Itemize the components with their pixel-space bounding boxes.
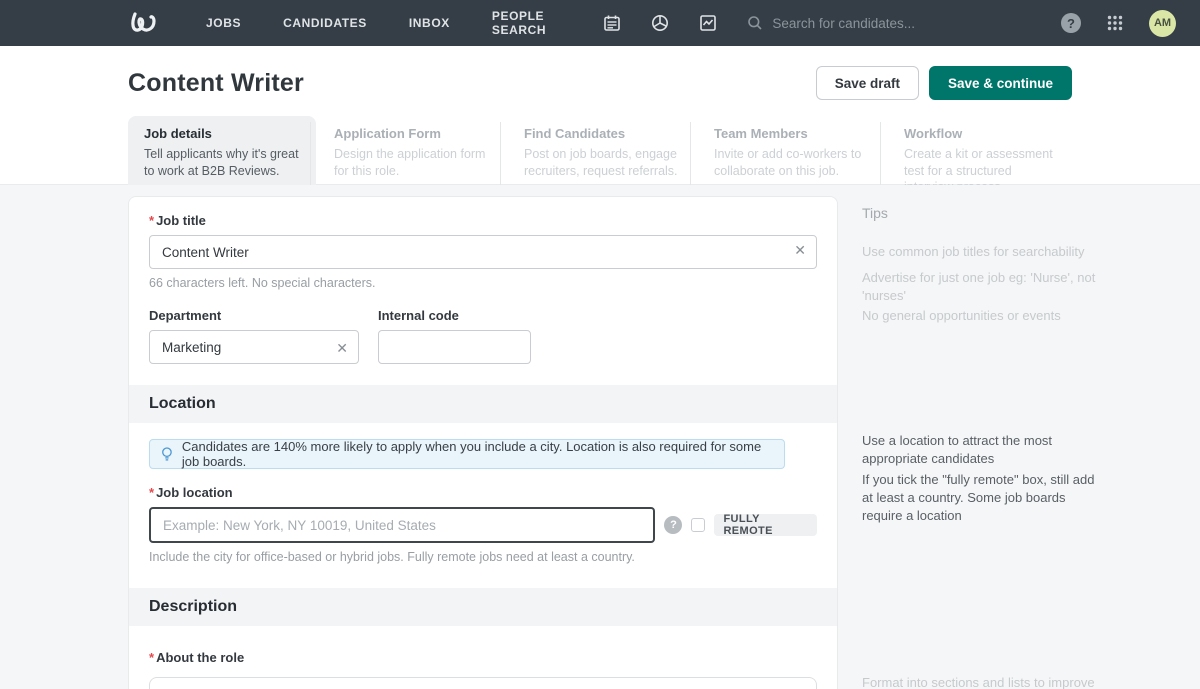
nav-candidates[interactable]: CANDIDATES	[283, 16, 367, 30]
avatar[interactable]: AM	[1149, 10, 1176, 37]
top-navbar: JOBS CANDIDATES INBOX PEOPLE SEARCH Sear…	[0, 0, 1200, 46]
navbar-left: JOBS CANDIDATES INBOX PEOPLE SEARCH	[128, 9, 747, 37]
description-section-header: Description	[129, 588, 837, 626]
reports-pie-icon[interactable]	[651, 14, 669, 32]
page-header: Content Writer Save draft Save & continu…	[0, 46, 1200, 185]
banner-text: Candidates are 140% more likely to apply…	[182, 439, 773, 469]
search-placeholder: Search for candidates...	[772, 16, 915, 31]
save-draft-button[interactable]: Save draft	[816, 66, 919, 100]
required-marker: *	[149, 650, 154, 665]
required-marker: *	[149, 213, 154, 228]
location-section-header: Location	[129, 385, 837, 423]
step-title: Find Candidates	[524, 126, 682, 141]
main-content: *Job title ✕ 66 characters left. No spec…	[0, 185, 1200, 689]
step-title: Application Form	[334, 126, 492, 141]
job-location-input[interactable]	[149, 507, 655, 543]
search-icon	[747, 15, 763, 31]
page-title: Content Writer	[128, 69, 304, 98]
fully-remote-label[interactable]: FULLY REMOTE	[714, 514, 817, 536]
nav-inbox[interactable]: INBOX	[409, 16, 450, 30]
location-tip-banner: Candidates are 140% more likely to apply…	[149, 439, 785, 469]
clear-job-title-icon[interactable]: ✕	[794, 243, 806, 257]
candidate-search-input[interactable]: Search for candidates...	[747, 15, 915, 31]
step-desc: Design the application form for this rol…	[334, 146, 492, 179]
step-desc: Post on job boards, engage recruiters, r…	[524, 146, 682, 179]
location-help-icon[interactable]: ?	[664, 516, 682, 534]
tips-heading: Tips	[862, 204, 1100, 223]
workable-logo[interactable]	[128, 10, 162, 36]
apps-grid-icon[interactable]	[1107, 15, 1123, 31]
department-select[interactable]	[149, 330, 359, 364]
job-title-input[interactable]	[149, 235, 817, 269]
job-details-card: *Job title ✕ 66 characters left. No spec…	[128, 196, 838, 689]
tip-job-title-2: Advertise for just one job eg: 'Nurse', …	[862, 269, 1100, 305]
workable-logo-icon	[128, 10, 162, 36]
internal-code-label: Internal code	[378, 308, 531, 323]
calendar-icon[interactable]	[603, 14, 621, 32]
step-title: Job details	[144, 126, 302, 141]
step-title: Workflow	[904, 126, 1062, 141]
fully-remote-checkbox[interactable]	[691, 518, 705, 532]
lightbulb-icon	[161, 446, 173, 463]
navbar-right: Search for candidates... ? AM	[747, 10, 1176, 37]
tip-job-title-1: Use common job titles for searchability	[862, 243, 1100, 261]
clear-department-icon[interactable]: ✕	[336, 341, 348, 355]
job-title-helper: 66 characters left. No special character…	[149, 276, 817, 290]
description-editor[interactable]: Description Import from 700+ templates	[149, 677, 817, 689]
internal-code-input[interactable]	[378, 330, 531, 364]
save-continue-button[interactable]: Save & continue	[929, 66, 1072, 100]
required-marker: *	[149, 485, 154, 500]
tip-job-title-3: No general opportunities or events	[862, 307, 1100, 325]
department-label: Department	[149, 308, 359, 323]
step-desc: Invite or add co-workers to collaborate …	[714, 146, 872, 179]
nav-jobs[interactable]: JOBS	[206, 16, 241, 30]
help-icon[interactable]: ?	[1061, 13, 1081, 33]
tip-location-1: Use a location to attract the most appro…	[862, 432, 1100, 468]
job-location-helper: Include the city for office-based or hyb…	[149, 550, 817, 564]
tip-location-2: If you tick the "fully remote" box, stil…	[862, 471, 1100, 525]
step-title: Team Members	[714, 126, 872, 141]
about-role-label: *About the role	[149, 650, 817, 665]
step-desc: Tell applicants why it's great to work a…	[144, 146, 302, 179]
job-title-label: *Job title	[149, 213, 817, 228]
activity-chart-icon[interactable]	[699, 14, 717, 32]
tip-description: Format into sections and lists to improv…	[862, 674, 1100, 689]
job-location-label: *Job location	[149, 485, 817, 500]
nav-people-search[interactable]: PEOPLE SEARCH	[492, 9, 562, 37]
